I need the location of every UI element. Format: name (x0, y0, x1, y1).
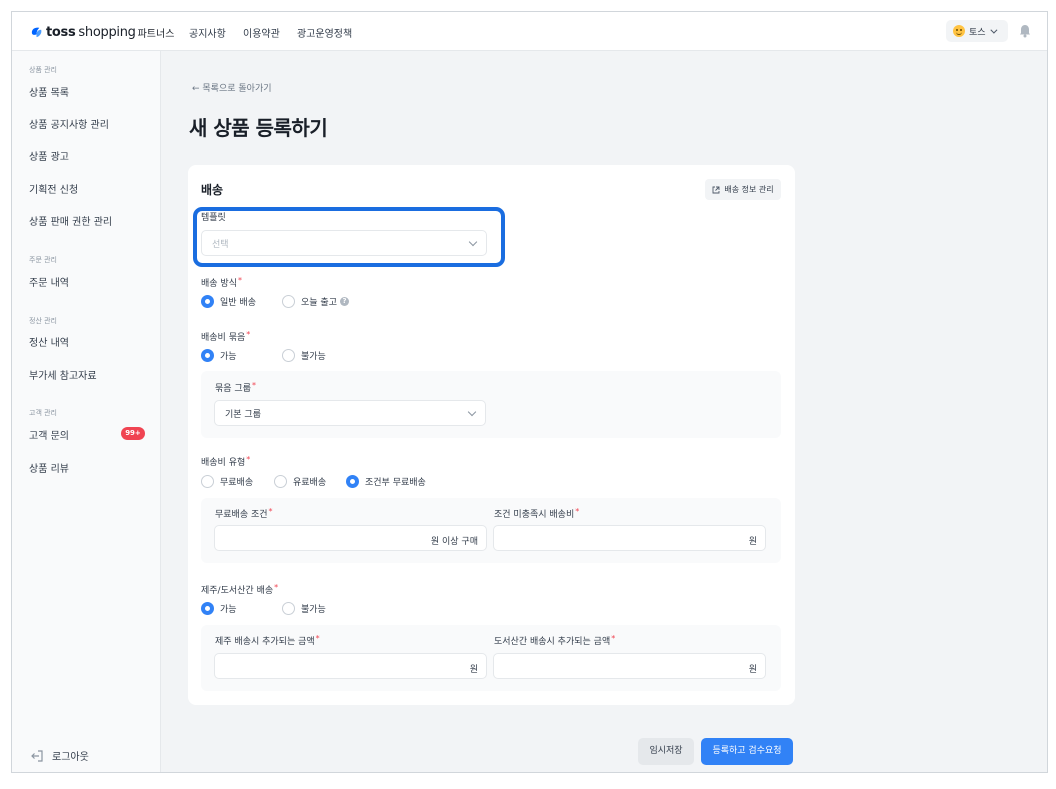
top-bar: toss shopping 파트너스 공지사항 이용약관 광고운영정책 토스 (12, 12, 1047, 51)
nav-notice[interactable]: 공지사항 (189, 25, 226, 40)
sidebar-item-reviews[interactable]: 상품 리뷰 (29, 460, 69, 475)
island-option-no[interactable]: 불가능 (282, 602, 326, 615)
fee-type-label: 배송비 유형* (201, 455, 251, 468)
sidebar-item-vat[interactable]: 부가세 참고자료 (29, 367, 97, 382)
sidebar-item-product-ad[interactable]: 상품 광고 (29, 148, 69, 163)
sidebar: 상품 관리 상품 목록 상품 공지사항 관리 상품 광고 기획전 신청 상품 판… (12, 51, 161, 772)
sidebar-item-inquiries[interactable]: 고객 문의 (29, 427, 69, 442)
free-condition-suffix: 원 이상 구매 (430, 537, 478, 547)
help-icon[interactable]: ? (339, 297, 349, 306)
fee-type-free[interactable]: 무료배송 (201, 475, 253, 488)
fee-type-paid-label: 유료배송 (293, 478, 327, 488)
method-option-normal-label: 일반 배송 (220, 298, 256, 308)
sidebar-group-settlement: 정산 관리 (29, 317, 57, 325)
bell-icon[interactable] (1019, 24, 1031, 38)
radio-unselected-icon (201, 475, 214, 488)
sidebar-item-exhibition[interactable]: 기획전 신청 (29, 181, 78, 196)
bundle-option-no-label: 불가능 (301, 352, 326, 362)
save-draft-button[interactable]: 임시저장 (638, 738, 694, 765)
bundle-option-no[interactable]: 불가능 (282, 349, 326, 362)
chevron-down-icon (989, 26, 998, 34)
island-fee-box: 제주 배송시 추가되는 금액* 원 도서산간 배송시 추가되는 금액* 원 (201, 625, 781, 691)
logout-label: 로그아웃 (52, 752, 89, 763)
fee-type-free-label: 무료배송 (220, 478, 254, 488)
toss-logo-icon (31, 27, 42, 37)
bundle-option-yes[interactable]: 가능 (201, 349, 237, 362)
logo-partner-text: 파트너스 (137, 28, 175, 40)
island-option-no-label: 불가능 (301, 605, 326, 615)
sidebar-group-product: 상품 관리 (29, 66, 57, 74)
bundle-option-yes-label: 가능 (220, 352, 237, 362)
bundle-label: 배송비 묶음* (201, 330, 251, 343)
logout-icon (31, 749, 43, 762)
method-label: 배송 방식* (201, 276, 242, 289)
unmet-fee-suffix: 원 (748, 537, 757, 547)
nav-terms[interactable]: 이용약관 (243, 25, 280, 40)
chevron-down-icon (468, 237, 478, 247)
remote-fee-suffix: 원 (748, 665, 757, 675)
bundle-group-select[interactable]: 기본 그룹 (214, 400, 486, 426)
back-to-list-link[interactable]: ← 목록으로 돌아가기 (192, 81, 272, 94)
nav-ad-policy[interactable]: 광고운영정책 (297, 25, 352, 40)
jeju-fee-label: 제주 배송시 추가되는 금액* (215, 634, 320, 647)
chevron-down-icon (467, 407, 477, 417)
radio-selected-icon (346, 475, 359, 488)
island-option-yes[interactable]: 가능 (201, 602, 237, 615)
bundle-group-label: 묶음 그룹* (215, 381, 256, 394)
inquiry-count-badge: 99+ (121, 427, 145, 440)
radio-selected-icon (201, 349, 214, 362)
sidebar-group-customer: 고객 관리 (29, 409, 57, 417)
delivery-section-title: 배송 (201, 183, 224, 197)
submit-review-button[interactable]: 등록하고 검수요청 (701, 738, 793, 765)
app-window: toss shopping 파트너스 공지사항 이용약관 광고운영정책 토스 상… (11, 11, 1048, 773)
template-select-placeholder: 선택 (212, 239, 229, 250)
jeju-fee-suffix: 원 (469, 665, 478, 675)
radio-unselected-icon (282, 349, 295, 362)
radio-selected-icon (201, 295, 214, 308)
sidebar-item-settlement[interactable]: 정산 내역 (29, 334, 69, 349)
fee-type-conditional[interactable]: 조건부 무료배송 (346, 475, 426, 488)
method-option-today-label: 오늘 출고 (301, 298, 337, 308)
logo-shop-text: shopping (78, 24, 136, 40)
manage-delivery-info-button[interactable]: 배송 정보 관리 (705, 179, 781, 200)
radio-selected-icon (201, 602, 214, 615)
sidebar-item-orders[interactable]: 주문 내역 (29, 274, 69, 289)
unmet-fee-input[interactable]: 원 (493, 525, 766, 551)
fee-type-conditional-label: 조건부 무료배송 (365, 478, 426, 488)
sidebar-item-product-list[interactable]: 상품 목록 (29, 84, 69, 99)
logout-button[interactable]: 로그아웃 (30, 748, 89, 763)
radio-unselected-icon (274, 475, 287, 488)
user-name: 토스 (969, 27, 986, 38)
toss-shopping-logo[interactable]: toss shopping 파트너스 (30, 24, 174, 40)
free-condition-label: 무료배송 조건* (215, 507, 273, 520)
sidebar-item-sales-permission[interactable]: 상품 판매 권한 관리 (29, 213, 112, 228)
method-option-today[interactable]: 오늘 출고 ? (282, 295, 349, 308)
template-select[interactable]: 선택 (201, 230, 487, 256)
sidebar-group-order: 주문 관리 (29, 256, 57, 264)
logo-brand-text: toss (46, 24, 76, 40)
radio-unselected-icon (282, 602, 295, 615)
remote-fee-label: 도서산간 배송시 추가되는 금액* (494, 634, 616, 647)
island-label: 제주/도서산간 배송* (201, 583, 279, 596)
conditional-fee-box: 무료배송 조건* 원 이상 구매 조건 미충족시 배송비* 원 (201, 498, 781, 563)
remote-fee-input[interactable]: 원 (493, 653, 766, 679)
user-menu-button[interactable]: 토스 (946, 20, 1008, 42)
unmet-fee-label: 조건 미충족시 배송비* (494, 507, 580, 520)
delivery-card: 배송 배송 정보 관리 템플릿 선택 배송 방식* 일반 배송 오늘 출고 ? … (188, 165, 795, 705)
bundle-group-box: 묶음 그룹* 기본 그룹 (201, 371, 781, 438)
manage-delivery-info-label: 배송 정보 관리 (724, 185, 774, 194)
bundle-group-value: 기본 그룹 (225, 409, 261, 420)
free-condition-input[interactable]: 원 이상 구매 (214, 525, 487, 551)
user-avatar-icon (953, 25, 965, 37)
fee-type-paid[interactable]: 유료배송 (274, 475, 326, 488)
sidebar-item-product-notice[interactable]: 상품 공지사항 관리 (29, 116, 109, 131)
island-option-yes-label: 가능 (220, 605, 237, 615)
method-option-normal[interactable]: 일반 배송 (201, 295, 256, 308)
jeju-fee-input[interactable]: 원 (214, 653, 487, 679)
radio-unselected-icon (282, 295, 295, 308)
page-title: 새 상품 등록하기 (189, 116, 328, 140)
external-link-icon (712, 186, 720, 193)
template-label: 템플릿 (201, 213, 226, 223)
